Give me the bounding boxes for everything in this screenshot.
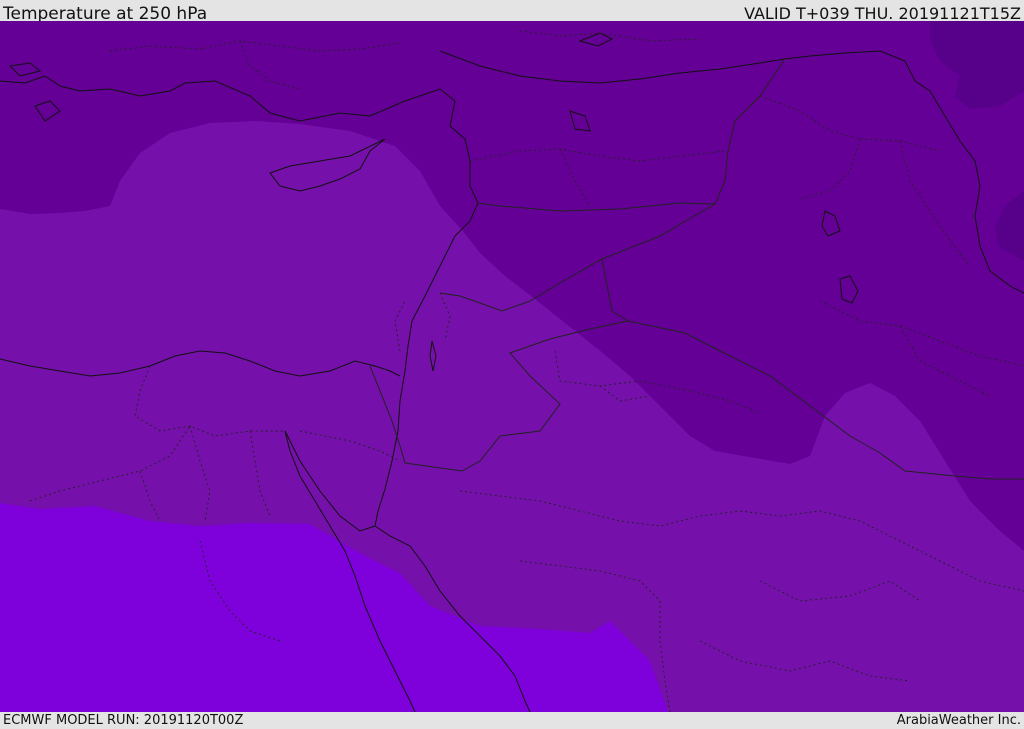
header-bar: Temperature at 250 hPa VALID T+039 THU. … <box>0 0 1024 24</box>
temperature-map <box>0 21 1024 712</box>
map-canvas <box>0 21 1024 712</box>
weather-map-page: Temperature at 250 hPa VALID T+039 THU. … <box>0 0 1024 729</box>
model-run: ECMWF MODEL RUN: 20191120T00Z <box>3 713 244 728</box>
credit-text: ArabiaWeather Inc. <box>896 713 1021 728</box>
footer-bar: ECMWF MODEL RUN: 20191120T00Z ArabiaWeat… <box>0 712 1024 729</box>
